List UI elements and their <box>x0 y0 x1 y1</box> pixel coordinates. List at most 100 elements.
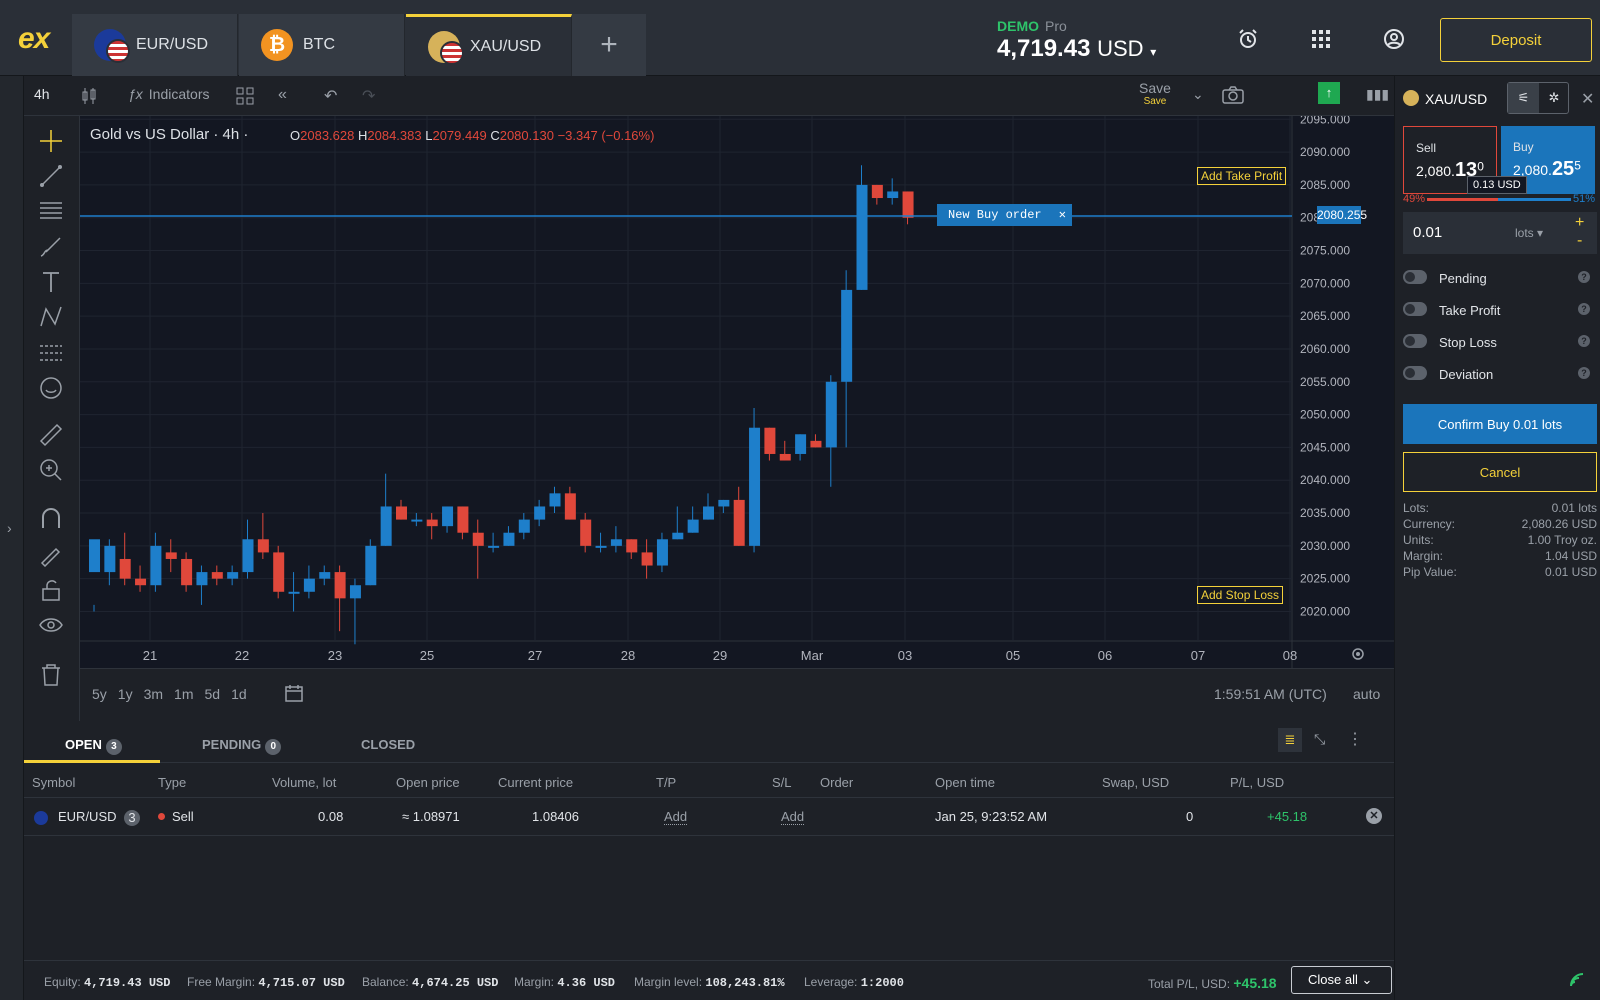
decrease-volume-button[interactable]: - <box>1577 232 1582 250</box>
candlestick-chart[interactable]: 2095.0002090.0002085.0002080.0002075.000… <box>80 116 1394 721</box>
columns-icon[interactable]: ▮▮▮ <box>1366 86 1389 103</box>
lock-drawing-icon[interactable] <box>38 541 64 567</box>
volume-unit-label: lots <box>1515 226 1534 240</box>
stop-loss-label: Stop Loss <box>1439 335 1497 350</box>
brush-icon[interactable] <box>38 234 64 260</box>
auto-scale-toggle[interactable]: auto <box>1353 686 1380 702</box>
add-stop-loss-link[interactable]: Add <box>781 809 805 825</box>
save-menu-chevron-icon[interactable]: ⌄ <box>1192 86 1204 103</box>
add-stop-loss-button[interactable]: Add Stop Loss <box>1197 586 1284 604</box>
publish-arrow-up-icon[interactable]: ↑ <box>1318 82 1340 104</box>
eur-usd-flag-icon <box>94 29 130 63</box>
chart-range-bar: 5y 1y 3m 1m 5d 1d 1:59:51 AM (UTC) auto <box>80 668 1394 721</box>
close-panel-icon[interactable]: ✕ <box>1581 89 1594 109</box>
alarm-clock-icon[interactable] <box>1237 28 1259 50</box>
eye-icon[interactable] <box>38 612 64 638</box>
add-tab-button[interactable]: + <box>572 14 646 76</box>
save-button[interactable]: Save Save <box>1139 80 1171 107</box>
text-tool-icon[interactable] <box>38 269 64 295</box>
tab-pending[interactable]: PENDING 0 <box>202 737 282 755</box>
account-summary[interactable]: DEMO Pro 4,719.43 USD ▾ <box>997 18 1156 63</box>
deviation-toggle[interactable] <box>1403 366 1427 380</box>
order-mode-toggle[interactable]: ⚟ ✲ <box>1507 82 1569 114</box>
indicators-button[interactable]: ƒx Indicators <box>128 86 210 102</box>
interval-selector[interactable]: 4h <box>34 86 50 102</box>
layout-grid-icon[interactable] <box>236 87 254 105</box>
volume-input[interactable]: 0.01 <box>1413 224 1442 241</box>
close-all-button[interactable]: Close all ⌄ <box>1291 966 1392 994</box>
free-margin-label: Free Margin: <box>187 975 256 989</box>
range-5d[interactable]: 5d <box>205 686 221 702</box>
brand-logo[interactable]: ex <box>18 22 50 56</box>
unlock-icon[interactable] <box>38 577 64 603</box>
candles-type-icon[interactable] <box>80 86 98 106</box>
info-units: Units: 1.00 Troy oz. <box>1403 533 1597 547</box>
one-click-icon[interactable]: ✲ <box>1539 83 1569 113</box>
more-options-icon[interactable]: ⋮ <box>1347 729 1363 749</box>
range-1m[interactable]: 1m <box>174 686 193 702</box>
trash-icon[interactable] <box>38 662 64 688</box>
increase-volume-button[interactable]: + <box>1575 214 1584 232</box>
trend-line-icon[interactable] <box>38 163 64 189</box>
confirm-buy-button[interactable]: Confirm Buy 0.01 lots <box>1403 404 1597 444</box>
tab-closed[interactable]: CLOSED <box>361 737 415 752</box>
deposit-button[interactable]: Deposit <box>1440 18 1592 62</box>
cancel-button[interactable]: Cancel <box>1403 452 1597 492</box>
volume-unit-select[interactable]: lots ▾ <box>1515 226 1543 240</box>
price-chart[interactable]: 2095.0002090.0002085.0002080.0002075.000… <box>80 116 1394 721</box>
table-row[interactable]: EUR/USD 3 Sell 0.08 ≈ 1.08971 1.08406 Ad… <box>24 798 1394 836</box>
new-buy-order-tag[interactable]: New Buy order ✕ <box>937 204 1072 226</box>
pending-toggle[interactable] <box>1403 270 1427 284</box>
settings-gear-icon[interactable] <box>1350 646 1366 662</box>
prediction-icon[interactable] <box>38 340 64 366</box>
close-icon[interactable]: ✕ <box>1059 204 1066 226</box>
crosshair-icon[interactable] <box>38 128 64 154</box>
undo-icon[interactable]: ↶ <box>324 86 337 106</box>
pattern-icon[interactable] <box>38 304 64 330</box>
apps-grid-icon[interactable] <box>1310 28 1332 50</box>
stack-view-icon[interactable]: ≣ <box>1278 728 1302 752</box>
help-icon[interactable]: ? <box>1578 303 1590 315</box>
user-profile-icon[interactable] <box>1383 28 1405 50</box>
emoji-icon[interactable] <box>38 375 64 401</box>
add-take-profit-link[interactable]: Add <box>664 809 688 825</box>
candle-body <box>580 519 592 546</box>
expand-sidebar-icon[interactable]: › <box>7 520 12 536</box>
account-balance: 4,719.43 <box>997 35 1091 62</box>
collapsed-sidebar: › <box>0 76 24 1000</box>
camera-icon[interactable] <box>1222 86 1244 104</box>
help-icon[interactable]: ? <box>1578 367 1590 379</box>
help-icon[interactable]: ? <box>1578 271 1590 283</box>
candle-body <box>795 434 807 454</box>
magnet-icon[interactable] <box>38 506 64 532</box>
collapse-panel-icon[interactable]: ⤡ <box>1314 731 1325 748</box>
take-profit-toggle[interactable] <box>1403 302 1427 316</box>
drawing-tools <box>24 116 80 721</box>
range-3m[interactable]: 3m <box>144 686 163 702</box>
tab-label: BTC <box>303 36 335 53</box>
range-1y[interactable]: 1y <box>118 686 133 702</box>
candle-body <box>257 539 269 553</box>
close-position-icon[interactable]: ✕ <box>1366 808 1382 824</box>
tab-eur-usd[interactable]: EUR/USD <box>72 14 238 76</box>
stop-loss-toggle[interactable] <box>1403 334 1427 348</box>
ruler-icon[interactable] <box>38 422 64 448</box>
tab-open[interactable]: OPEN 3 <box>65 737 122 755</box>
zoom-in-icon[interactable] <box>38 457 64 483</box>
help-icon[interactable]: ? <box>1578 335 1590 347</box>
add-take-profit-button[interactable]: Add Take Profit <box>1197 167 1287 185</box>
volume-stepper[interactable]: 0.01 lots ▾ + - <box>1403 212 1597 254</box>
range-1d[interactable]: 1d <box>231 686 247 702</box>
info-units-value: 1.00 Troy oz. <box>1527 533 1597 547</box>
chart-title: Gold vs US Dollar · 4h · <box>90 126 249 143</box>
redo-icon[interactable]: ↷ <box>362 86 375 106</box>
tab-btc[interactable]: ₿ BTC <box>239 14 405 76</box>
account-currency: USD <box>1097 36 1144 61</box>
sliders-icon[interactable]: ⚟ <box>1508 83 1539 113</box>
fib-lines-icon[interactable] <box>38 198 64 224</box>
date-range-icon[interactable] <box>284 683 304 703</box>
ohlc-legend: O2083.628 H2084.383 L2079.449 C2080.130 … <box>290 128 654 143</box>
tab-xau-usd[interactable]: XAU/USD <box>406 14 572 76</box>
replay-icon[interactable]: « <box>278 86 287 104</box>
range-5y[interactable]: 5y <box>92 686 107 702</box>
